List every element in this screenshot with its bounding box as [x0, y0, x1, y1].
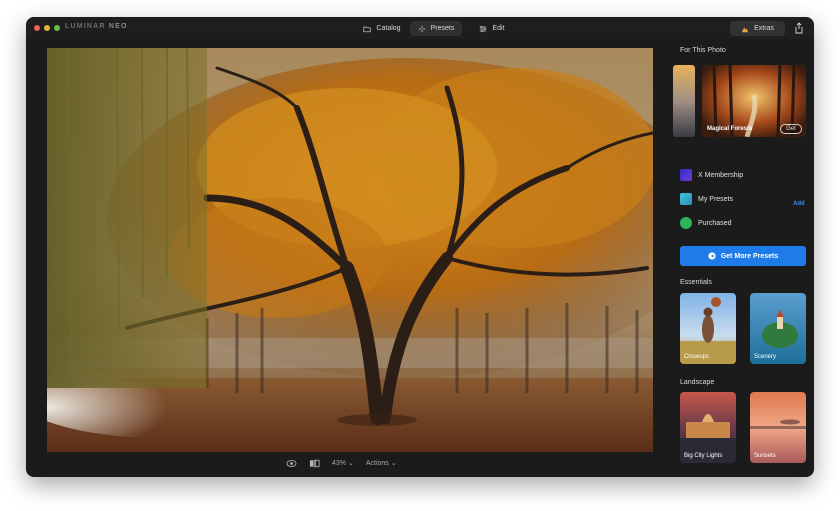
- tab-edit[interactable]: Edit: [471, 21, 513, 36]
- maximize-window-button[interactable]: [54, 25, 60, 31]
- compare-icon[interactable]: [309, 458, 320, 468]
- tab-catalog-label: Catalog: [376, 25, 401, 32]
- extras-icon: [741, 26, 749, 32]
- tile-label: Sunsets: [754, 453, 776, 459]
- actions-dropdown[interactable]: Actions ⌄: [366, 459, 397, 467]
- presets-panel-lower: Get More Presets Essentials Closeups Sce…: [672, 39, 814, 477]
- eye-icon[interactable]: [286, 459, 297, 468]
- essentials-title: Essentials: [680, 279, 712, 286]
- app-logo: LUMINAR NEO: [65, 23, 128, 30]
- tab-presets[interactable]: Presets: [410, 21, 462, 36]
- app-window: LUMINAR NEO Catalog Presets Edit Extras: [26, 17, 814, 477]
- chevron-down-icon: ⌄: [390, 460, 397, 467]
- preset-tile-big-city-lights[interactable]: Big City Lights: [680, 392, 736, 463]
- share-icon[interactable]: [794, 22, 804, 34]
- folder-icon: [363, 26, 371, 32]
- sliders-icon: [480, 25, 487, 32]
- get-more-presets-label: Get More Presets: [720, 252, 779, 260]
- arrow-right-circle-icon: [708, 252, 716, 260]
- minimize-window-button[interactable]: [44, 25, 50, 31]
- tab-catalog[interactable]: Catalog: [359, 21, 405, 36]
- preset-tile-closeups[interactable]: Closeups: [680, 293, 736, 364]
- get-more-presets-button[interactable]: Get More Presets: [680, 246, 806, 266]
- tile-label: Closeups: [684, 354, 710, 360]
- logo-main: LUMINAR: [65, 23, 106, 30]
- main-photo-canvas[interactable]: [47, 48, 653, 452]
- viewer-toolbar: 43% ⌄ Actions ⌄: [286, 456, 397, 470]
- actions-label: Actions: [365, 460, 389, 467]
- tab-presets-label: Presets: [430, 25, 455, 32]
- zoom-value: 43%: [332, 460, 347, 467]
- landscape-title: Landscape: [680, 379, 715, 386]
- close-window-button[interactable]: [34, 25, 40, 31]
- preset-tile-partial-1[interactable]: [680, 471, 736, 477]
- tile-label: Scenery: [754, 354, 777, 360]
- autumn-tree-photo: [47, 48, 653, 452]
- presets-sparkle-icon: [418, 25, 425, 32]
- tile-label: Big City Lights: [684, 453, 723, 459]
- extras-button[interactable]: Extras: [730, 21, 785, 36]
- tab-edit-label: Edit: [492, 25, 505, 32]
- preset-tile-sunsets[interactable]: Sunsets: [750, 392, 806, 463]
- preset-tile-scenery[interactable]: Scenery: [750, 293, 806, 364]
- title-bar: LUMINAR NEO Catalog Presets Edit Extras: [26, 17, 814, 39]
- logo-sub: NEO: [108, 23, 128, 30]
- zoom-dropdown[interactable]: 43% ⌄: [332, 459, 354, 467]
- preset-tile-partial-2[interactable]: [750, 471, 806, 477]
- extras-label: Extras: [754, 25, 774, 32]
- chevron-down-icon: ⌄: [347, 460, 354, 467]
